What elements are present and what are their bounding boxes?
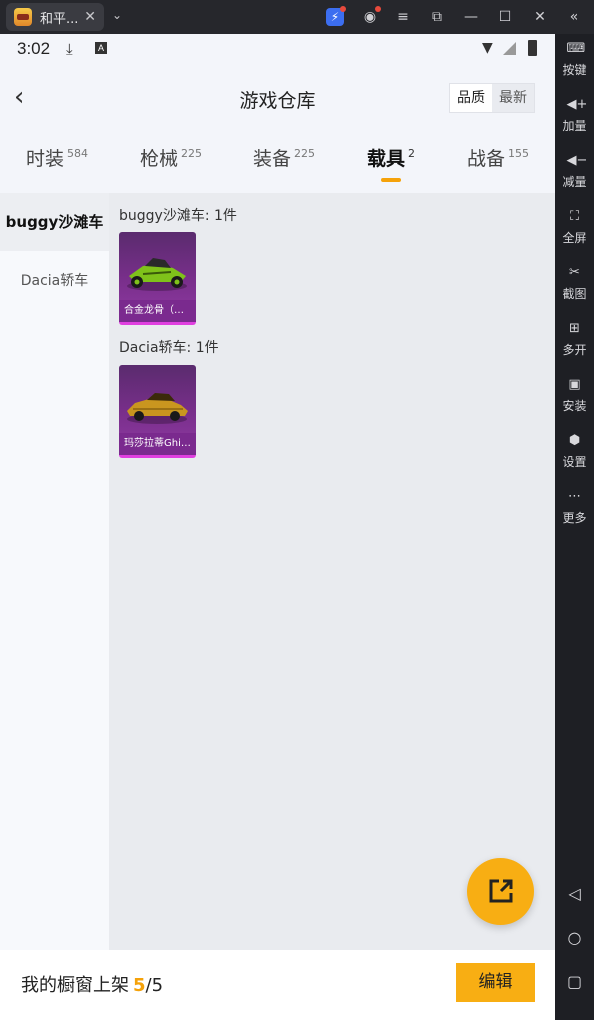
subcategory-dacia[interactable]: Dacia轿车 — [0, 252, 109, 310]
app-icon — [14, 8, 32, 26]
keyboard-label: 按键 — [562, 63, 587, 77]
more-label: 更多 — [562, 511, 587, 525]
minimize-icon[interactable]: — — [462, 8, 480, 26]
edit-button[interactable]: 编辑 — [456, 963, 535, 1002]
fullscreen-icon: ⛶ — [569, 209, 580, 224]
screenshot-button[interactable]: ✂ 截图 — [555, 266, 594, 302]
apk-install-icon: ▣ — [568, 377, 581, 392]
group-title: buggy沙滩车: 1件 — [119, 208, 237, 224]
sort-newest-button[interactable]: 最新 — [492, 84, 534, 112]
page-header: ‹ 游戏仓库 品质 最新 — [0, 64, 555, 130]
tab-gear[interactable]: 战备 155 — [467, 144, 529, 171]
item-card[interactable]: 玛莎拉蒂Ghib... — [119, 365, 196, 458]
download-icon: ⤓ — [66, 40, 73, 58]
showcase-total: /5 — [145, 975, 164, 996]
emulator-side-toolbar: ⌨ 按键 ◀+ 加量 ◀− 减量 ⛶ 全屏 ✂ 截图 ⊞ 多开 ▣ 安装 ⬢ 设… — [555, 34, 594, 1020]
showcase-count: 5 — [133, 975, 146, 996]
sort-toggle: 品质 最新 — [449, 83, 535, 113]
notification-dot — [375, 6, 381, 12]
showcase-text: 我的橱窗上架 — [21, 975, 129, 996]
showcase-label: 我的橱窗上架 5/5 — [21, 971, 163, 997]
sedan-car-image — [127, 393, 188, 424]
fullscreen-label: 全屏 — [562, 231, 587, 245]
a-badge-icon: A — [95, 42, 107, 54]
subcategory-buggy[interactable]: buggy沙滩车 — [0, 193, 109, 251]
phone-screen: 3:02 ⤓ A ▼ ‹ 游戏仓库 品质 最新 时装 584 枪械 225 装备 22… — [0, 34, 555, 1020]
category-tabs: 时装 584 枪械 225 装备 225 载具 2 战备 155 — [0, 130, 555, 190]
tab-count: 155 — [508, 147, 530, 160]
volume-up-button[interactable]: ◀+ 加量 — [555, 98, 594, 134]
tab-label: 载具 — [367, 148, 406, 170]
buggy-car-image — [127, 258, 187, 291]
app-tab[interactable]: 和平... ✕ — [6, 3, 104, 31]
multi-instance-label: 多开 — [562, 343, 587, 357]
more-icon: ⋯ — [568, 489, 581, 504]
home-circle-icon[interactable]: ○ — [555, 928, 594, 947]
keyboard-icon: ⌨ — [566, 41, 586, 56]
showcase-bar: 我的橱窗上架 5/5 编辑 — [0, 950, 555, 1020]
tab-close-icon[interactable]: ✕ — [84, 9, 96, 25]
tab-title: 和平... — [40, 11, 79, 27]
item-card[interactable]: 合金龙骨（绿... — [119, 232, 196, 325]
settings-button[interactable]: ⬢ 设置 — [555, 434, 594, 470]
volume-down-label: 减量 — [562, 175, 587, 189]
signal-icon — [503, 42, 516, 55]
active-tab-indicator — [381, 178, 401, 182]
install-apk-label: 安装 — [562, 399, 587, 413]
volume-down-button[interactable]: ◀− 减量 — [555, 154, 594, 190]
maximize-icon[interactable]: ☐ — [496, 8, 514, 26]
tab-vehicles[interactable]: 载具 2 — [367, 144, 415, 171]
share-fab-button[interactable] — [467, 858, 534, 925]
tab-count: 225 — [294, 147, 316, 160]
item-name: 玛莎拉蒂Ghib... — [119, 433, 196, 455]
screenshot-label: 截图 — [562, 287, 587, 301]
install-apk-button[interactable]: ▣ 安装 — [555, 378, 594, 414]
tab-count: 225 — [181, 147, 203, 160]
scissors-icon: ✂ — [569, 265, 580, 280]
back-triangle-icon[interactable]: ◁ — [555, 884, 594, 903]
tab-label: 装备 — [253, 148, 292, 170]
more-button[interactable]: ⋯ 更多 — [555, 490, 594, 526]
sort-quality-button[interactable]: 品质 — [450, 84, 492, 112]
subcategory-nav: buggy沙滩车 Dacia轿车 — [0, 193, 109, 950]
share-external-icon — [489, 879, 513, 903]
tab-label: 枪械 — [140, 148, 179, 170]
item-name: 合金龙骨（绿... — [119, 300, 196, 322]
tab-equipment[interactable]: 装备 225 — [253, 144, 315, 171]
tab-fashion[interactable]: 时装 584 — [26, 144, 88, 171]
multi-instance-icon: ⊞ — [569, 321, 580, 336]
settings-label: 设置 — [562, 455, 587, 469]
popout-icon[interactable]: ⧉ — [428, 8, 446, 26]
tab-dropdown-icon[interactable]: ⌄ — [112, 8, 122, 22]
item-content: buggy沙滩车: 1件 合金龙骨（绿... Dacia轿车: 1件 玛莎拉蒂G… — [109, 193, 555, 950]
fullscreen-button[interactable]: ⛶ 全屏 — [555, 210, 594, 246]
close-icon[interactable]: ✕ — [531, 8, 549, 26]
battery-icon — [528, 40, 537, 56]
keyboard-button[interactable]: ⌨ 按键 — [555, 42, 594, 78]
status-bar: 3:02 ⤓ A ▼ — [0, 34, 555, 64]
status-time: 3:02 — [17, 39, 51, 58]
wifi-icon: ▼ — [482, 40, 493, 56]
settings-icon: ⬢ — [568, 433, 581, 448]
tab-count: 2 — [408, 147, 416, 160]
tab-count: 584 — [67, 147, 89, 160]
notification-dot — [340, 6, 346, 12]
tab-label: 战备 — [467, 148, 506, 170]
volume-down-icon: ◀− — [566, 153, 588, 168]
recents-square-icon[interactable]: ▢ — [555, 972, 594, 991]
volume-up-label: 加量 — [562, 119, 587, 133]
tab-guns[interactable]: 枪械 225 — [140, 144, 202, 171]
volume-up-icon: ◀+ — [566, 97, 588, 112]
multi-instance-button[interactable]: ⊞ 多开 — [555, 322, 594, 358]
group-title: Dacia轿车: 1件 — [119, 340, 219, 356]
collapse-icon[interactable]: « — [565, 8, 583, 26]
emulator-titlebar: 和平... ✕ ⌄ ⚡ ◉ ≡ ⧉ — ☐ ✕ « — [0, 0, 594, 34]
menu-icon[interactable]: ≡ — [394, 8, 412, 26]
tab-label: 时装 — [26, 148, 65, 170]
